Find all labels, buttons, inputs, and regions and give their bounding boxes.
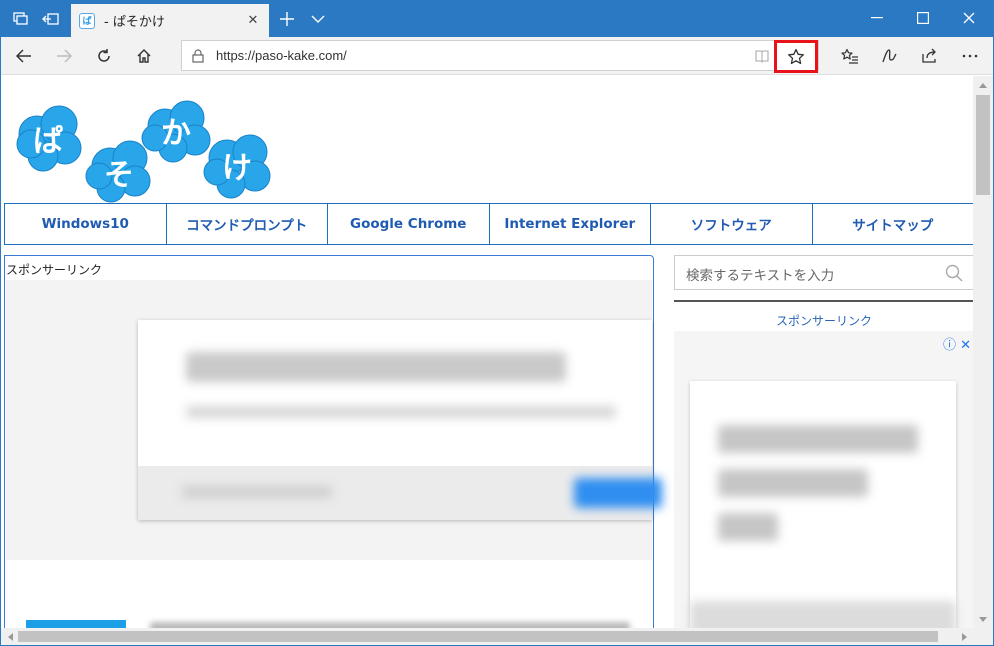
scroll-down-icon[interactable] (973, 611, 993, 627)
vertical-scroll-thumb[interactable] (976, 95, 990, 195)
chevron-down-icon[interactable] (307, 8, 329, 30)
ad-card[interactable] (138, 320, 662, 520)
global-navigation: Windows10 コマンドプロンプト Google Chrome Intern… (4, 203, 973, 245)
nav-item-sitemap[interactable]: サイトマップ (813, 204, 974, 244)
ad-choices-icon[interactable]: ⓘ ✕ (943, 334, 971, 353)
ad-banner[interactable] (6, 280, 662, 560)
sidebar-ad[interactable]: ⓘ ✕ (674, 331, 973, 628)
sidebar-ad-card[interactable] (690, 381, 956, 628)
tabs-icon[interactable] (11, 9, 31, 29)
article-thumbnail[interactable] (26, 620, 126, 628)
sidebar-sponsor-label: スポンサーリンク (775, 314, 872, 328)
nav-item-internet-explorer[interactable]: Internet Explorer (490, 204, 651, 244)
close-tab-icon[interactable]: ✕ (245, 13, 261, 29)
add-to-favorites-button[interactable] (774, 40, 818, 73)
logo-char-2: そ (104, 158, 134, 193)
sidebar-ad-blurred-line-2 (718, 469, 868, 497)
logo-char-3: か (161, 116, 191, 151)
reading-view-icon[interactable] (754, 48, 770, 64)
lock-icon (192, 49, 204, 63)
sponsor-label: スポンサーリンク (6, 263, 103, 277)
scrollbar-corner (973, 628, 993, 645)
back-button[interactable] (9, 41, 39, 71)
minimize-button[interactable] (854, 1, 900, 35)
horizontal-scroll-thumb[interactable] (18, 631, 938, 642)
page-viewport: ぱ そ か け Windows10 コマンドプロンプト Google Chrom… (1, 76, 973, 628)
search-icon[interactable] (945, 264, 963, 282)
new-tab-button[interactable] (276, 8, 298, 30)
sidebar-ad-blurred-footer (690, 601, 956, 628)
maximize-button[interactable] (900, 1, 946, 35)
vertical-scrollbar[interactable] (973, 76, 993, 628)
nav-item-google-chrome[interactable]: Google Chrome (328, 204, 490, 244)
search-input[interactable]: 検索するテキストを入力 (686, 264, 834, 284)
site-logo[interactable]: ぱ そ か け (15, 96, 275, 206)
site-search[interactable]: 検索するテキストを入力 (674, 255, 973, 290)
tab-bar: ぱ - ぱそかけ ✕ (1, 1, 993, 37)
star-icon (788, 48, 804, 64)
sidebar-ad-blurred-line-1 (718, 425, 918, 453)
close-window-button[interactable] (946, 1, 992, 35)
active-tab[interactable]: ぱ - ぱそかけ ✕ (71, 4, 269, 37)
scroll-right-icon[interactable] (956, 628, 972, 645)
tab-title: - ぱそかけ (104, 15, 165, 30)
scroll-up-icon[interactable] (973, 77, 993, 93)
nav-item-software[interactable]: ソフトウェア (651, 204, 813, 244)
ad-footer (138, 466, 662, 520)
forward-button[interactable] (49, 41, 79, 71)
ad-blurred-button[interactable] (574, 478, 662, 508)
favorites-hub-button[interactable] (835, 41, 865, 71)
sidebar-ad-blurred-line-3 (718, 513, 778, 541)
site-favicon-icon: ぱ (79, 12, 95, 29)
notes-button[interactable] (875, 41, 905, 71)
nav-item-windows10[interactable]: Windows10 (5, 204, 167, 244)
url-text[interactable]: https://paso-kake.com/ (216, 48, 347, 63)
refresh-button[interactable] (89, 41, 119, 71)
horizontal-scrollbar[interactable] (1, 628, 973, 645)
ad-blurred-text (186, 406, 616, 418)
logo-char-4: け (222, 151, 252, 186)
nav-item-command-prompt[interactable]: コマンドプロンプト (167, 204, 328, 244)
ad-blurred-headline (186, 352, 566, 382)
main-content: スポンサーリンク (4, 255, 662, 628)
ad-blurred-caption (182, 486, 332, 498)
logo-char-1: ぱ (33, 124, 63, 159)
more-button[interactable] (955, 41, 985, 71)
home-button[interactable] (129, 41, 159, 71)
sidebar-divider (674, 300, 973, 302)
navigation-bar: https://paso-kake.com/ (1, 37, 993, 75)
share-button[interactable] (915, 41, 945, 71)
address-bar[interactable]: https://paso-kake.com/ (181, 40, 819, 73)
set-aside-tabs-icon[interactable] (41, 9, 61, 29)
scroll-left-icon[interactable] (2, 628, 18, 645)
browser-window: ぱ - ぱそかけ ✕ https://paso-kake.com/ ぱ そ か … (0, 0, 994, 646)
